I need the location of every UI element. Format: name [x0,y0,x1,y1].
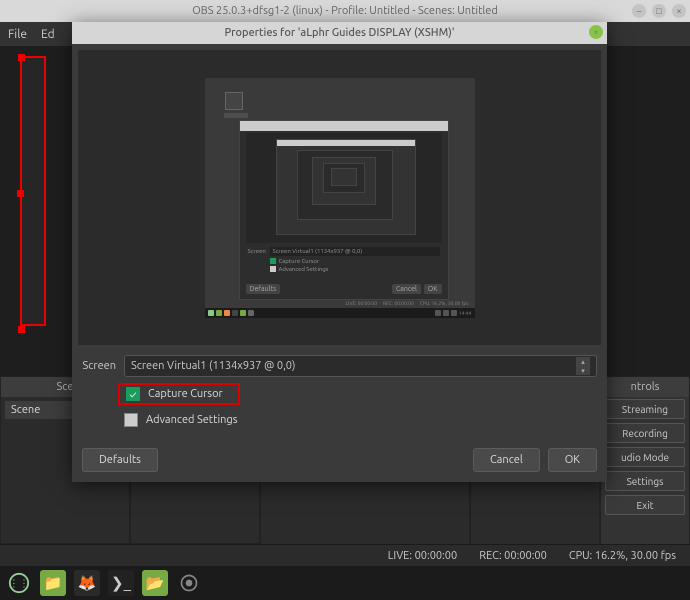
window-close-icon[interactable]: × [672,4,686,18]
screen-label: Screen [82,360,116,372]
nested-taskbar: 14:44 [205,308,475,318]
exit-button[interactable]: Exit [605,495,685,515]
ok-button[interactable]: OK [548,448,597,472]
resize-handle[interactable] [17,190,24,197]
resize-handle[interactable] [18,326,25,333]
controls-header: ntrols [601,377,689,397]
capture-cursor-checkbox[interactable]: ✓ [126,387,140,401]
controls-panel: ntrols Streaming Recording udio Mode Set… [600,376,690,566]
status-live: LIVE: 00:00:00 [388,550,457,562]
window-minimize-icon[interactable]: – [632,4,646,18]
obs-window-titlebar: OBS 25.0.3+dfsg1-2 (linux) - Profile: Un… [0,0,690,22]
menu-icon[interactable]: ⋮⋮ [6,570,32,596]
start-streaming-button[interactable]: Streaming [605,399,685,419]
advanced-settings-label: Advanced Settings [146,414,238,426]
system-taskbar: ⋮⋮ 📁 🦊 ❯_ 📂 [0,566,690,600]
chevron-up-icon[interactable]: ▴ [576,357,590,366]
dialog-titlebar: Properties for 'aLphr Guides DISPLAY (XS… [72,22,607,44]
defaults-button[interactable]: Defaults [82,448,158,472]
resize-handle[interactable] [18,54,25,61]
start-recording-button[interactable]: Recording [605,423,685,443]
desktop-icon [225,92,243,110]
properties-dialog: Properties for 'aLphr Guides DISPLAY (XS… [72,22,607,482]
svg-text:⋮⋮: ⋮⋮ [9,578,29,589]
obs-statusbar: LIVE: 00:00:00 REC: 00:00:00 CPU: 16.2%,… [0,544,690,566]
obs-icon[interactable] [176,570,202,596]
chevron-down-icon[interactable]: ▾ [576,366,590,375]
dialog-title: Properties for 'aLphr Guides DISPLAY (XS… [224,27,454,39]
cancel-button[interactable]: Cancel [473,448,540,472]
screen-select-value: Screen Virtual1 (1134x937 @ 0,0) [131,360,295,372]
folder-icon[interactable]: 📂 [142,570,168,596]
capture-cursor-label: Capture Cursor [148,388,223,400]
menu-file[interactable]: File [8,28,27,41]
capture-cursor-highlight: ✓ Capture Cursor [118,383,240,405]
settings-button[interactable]: Settings [605,471,685,491]
source-preview: ScreenScreen Virtual1 (1134x937 @ 0,0) C… [78,50,601,345]
window-maximize-icon[interactable]: □ [652,4,666,18]
advanced-settings-checkbox[interactable] [124,413,138,427]
terminal-icon[interactable]: ❯_ [108,570,134,596]
menu-edit[interactable]: Ed [41,28,55,41]
files-icon[interactable]: 📁 [40,570,66,596]
firefox-icon[interactable]: 🦊 [74,570,100,596]
screen-select[interactable]: Screen Virtual1 (1134x937 @ 0,0) ▴ ▾ [124,355,597,377]
status-cpu: CPU: 16.2%, 30.00 fps [569,550,676,562]
studio-mode-button[interactable]: udio Mode [605,447,685,467]
close-icon[interactable]: × [589,25,603,39]
obs-window-title: OBS 25.0.3+dfsg1-2 (linux) - Profile: Un… [192,5,498,17]
status-rec: REC: 00:00:00 [479,550,547,562]
